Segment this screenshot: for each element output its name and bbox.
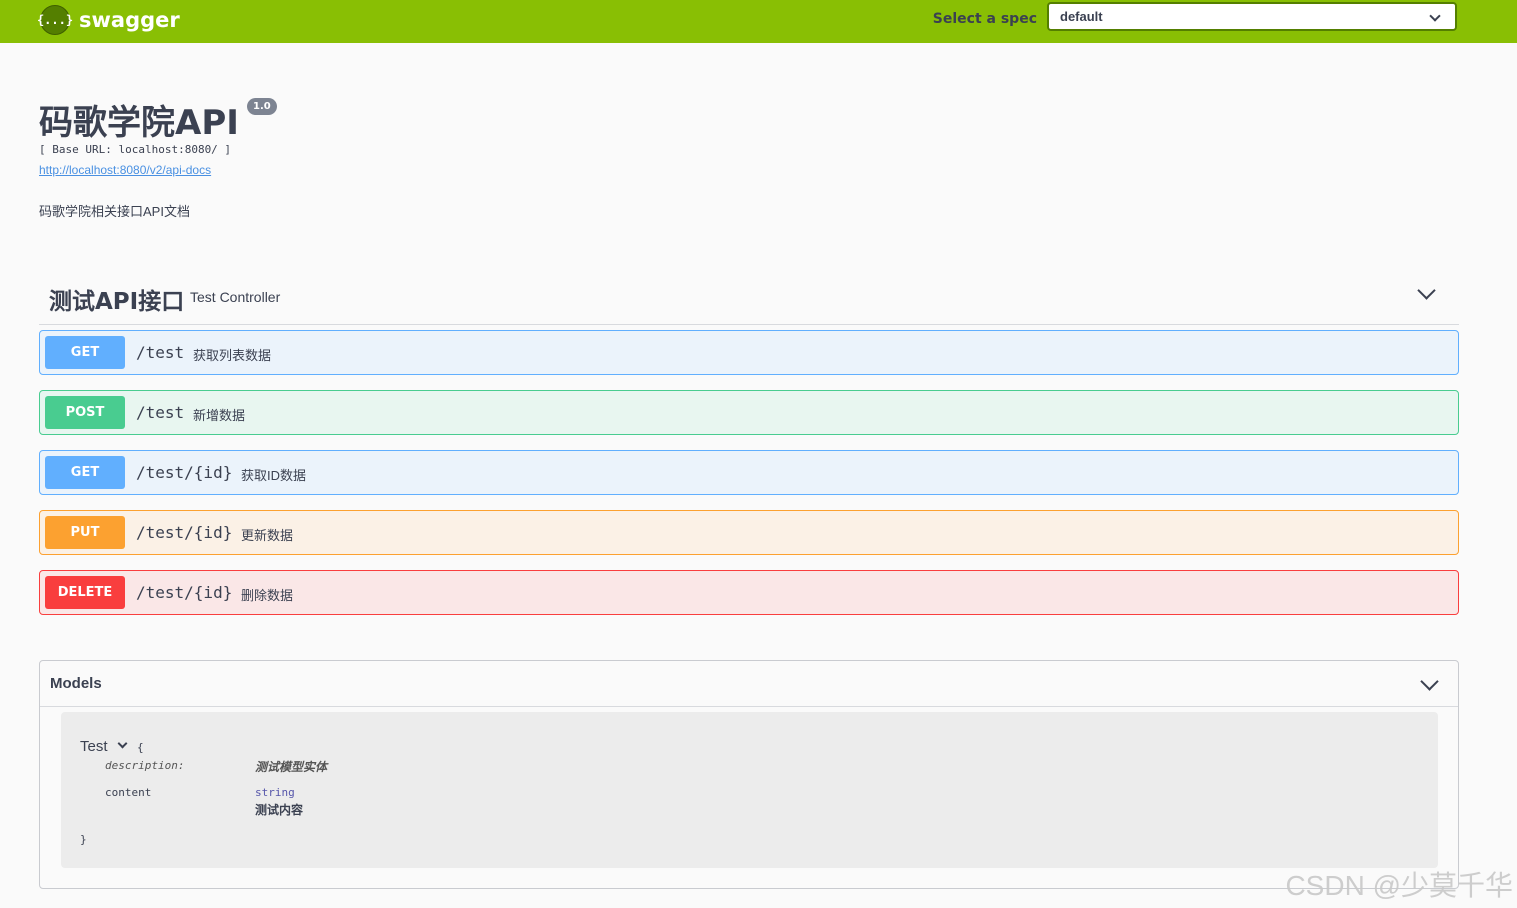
- chevron-down-icon[interactable]: [1417, 281, 1436, 300]
- models-section: Models Test { description: 测试模型实体 conten…: [39, 660, 1459, 889]
- model-description-value: 测试模型实体: [255, 760, 328, 774]
- method-badge: POST: [45, 396, 125, 429]
- model-close-brace: }: [80, 833, 87, 846]
- property-name: content: [105, 786, 152, 799]
- model-description-key: description:: [105, 759, 185, 772]
- method-badge: DELETE: [45, 576, 125, 609]
- tag-header[interactable]: 测试API接口 Test Controller: [39, 270, 1459, 325]
- select-spec-label: Select a spec: [932, 11, 1037, 27]
- operation-summary: 更新数据: [241, 528, 294, 543]
- watermark: CSDN @少莫千华: [1285, 870, 1513, 901]
- chevron-down-icon: [1429, 10, 1441, 22]
- tag-name: 测试API接口: [49, 289, 185, 315]
- operation-summary: 新增数据: [193, 408, 246, 423]
- version-badge: 1.0: [247, 98, 277, 115]
- operation-summary: 删除数据: [241, 588, 294, 603]
- chevron-down-icon[interactable]: [117, 738, 128, 749]
- operation-path: /test/{id}: [136, 523, 233, 542]
- operation-summary: 获取ID数据: [241, 468, 307, 483]
- operation-post-test[interactable]: POST /test 新增数据: [39, 390, 1459, 435]
- tag-description: Test Controller: [190, 289, 281, 305]
- operation-get-test-id[interactable]: GET /test/{id} 获取ID数据: [39, 450, 1459, 495]
- method-badge: PUT: [45, 516, 125, 549]
- spec-select-value: default: [1060, 9, 1103, 24]
- operation-delete-test-id[interactable]: DELETE /test/{id} 删除数据: [39, 570, 1459, 615]
- swagger-logo[interactable]: {...} swagger: [37, 5, 180, 35]
- models-header[interactable]: Models: [40, 661, 1458, 707]
- api-title: 码歌学院API: [39, 103, 239, 143]
- operation-path: /test/{id}: [136, 583, 233, 602]
- api-docs-link[interactable]: http://localhost:8080/v2/api-docs: [39, 163, 211, 177]
- method-badge: GET: [45, 456, 125, 489]
- model-name[interactable]: Test: [80, 738, 108, 755]
- operation-get-test[interactable]: GET /test 获取列表数据: [39, 330, 1459, 375]
- chevron-down-icon[interactable]: [1420, 672, 1439, 691]
- operation-summary: 获取列表数据: [193, 348, 272, 363]
- base-url: [ Base URL: localhost:8080/ ]: [39, 143, 232, 156]
- api-description: 码歌学院相关接口API文档: [39, 204, 190, 219]
- brand-name: swagger: [79, 8, 180, 32]
- operation-path: /test: [136, 403, 185, 422]
- method-badge: GET: [45, 336, 125, 369]
- model-test: Test { description: 测试模型实体 content strin…: [61, 712, 1438, 868]
- spec-select[interactable]: default: [1047, 2, 1457, 31]
- property-type: string: [255, 786, 295, 799]
- operation-path: /test: [136, 343, 185, 362]
- property-description: 测试内容: [255, 803, 304, 817]
- models-title: Models: [50, 675, 102, 692]
- model-open-brace: {: [137, 741, 144, 754]
- operation-put-test-id[interactable]: PUT /test/{id} 更新数据: [39, 510, 1459, 555]
- swagger-icon: {...}: [37, 5, 73, 35]
- topbar: {...} swagger Select a spec default: [0, 0, 1517, 43]
- operation-path: /test/{id}: [136, 463, 233, 482]
